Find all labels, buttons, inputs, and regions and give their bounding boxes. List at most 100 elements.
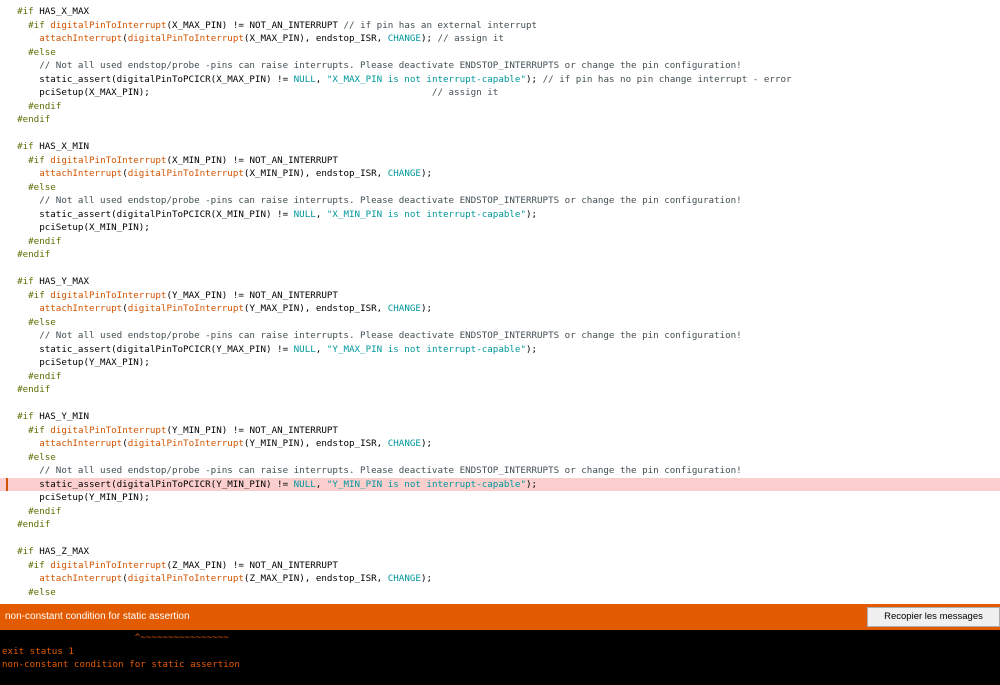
output-console[interactable]: ^~~~~~~~~~~~~~~~~ exit status 1 non-consta… [0,630,1000,685]
code-token: (Z_MAX_PIN) != NOT_AN_INTERRUPT [166,559,338,571]
code-token: (X_MAX_PIN), endstop_ISR, [243,33,388,44]
code-token: HAS_Y_MIN [33,411,90,422]
code-token: NULL [293,208,316,220]
code-line-text: #else [6,181,56,195]
code-line: attachInterrupt(digitalPinToInterrupt(Y_… [0,302,1000,316]
code-line-text: #if HAS_X_MAX [6,5,89,19]
code-token: // assign it [437,33,504,44]
code-token: attachInterrupt [39,33,123,44]
code-line-text: static_assert(digitalPinToPCICR(X_MIN_PI… [6,208,537,222]
code-token: CHANGE [387,573,421,584]
code-token: (Z_MAX_PIN), endstop_ISR, [243,573,388,584]
code-token: #endif [17,249,51,260]
code-line-text: #if digitalPinToInterrupt(Y_MAX_PIN) != … [6,289,338,303]
code-token: ); [420,573,433,584]
code-line: #endif [0,370,1000,384]
code-token: #else [28,316,56,328]
code-token: static_assert(digitalPinToPCICR(X_MAX_PI… [6,73,294,85]
code-token: #endif [28,100,62,112]
code-line-text: #endif [6,383,50,397]
code-line: #endif [0,518,1000,532]
code-line-text: #endif [6,100,61,114]
code-token: #if [28,19,45,31]
code-line-text: // Not all used endstop/probe -pins can … [6,329,741,343]
code-line: #if digitalPinToInterrupt(X_MAX_PIN) != … [0,19,1000,33]
code-token: digitalPinToInterrupt [127,168,244,179]
code-line: // Not all used endstop/probe -pins can … [0,329,1000,343]
code-line: attachInterrupt(digitalPinToInterrupt(Y_… [0,437,1000,451]
code-line: #if HAS_Y_MIN [0,410,1000,424]
code-token: // if pin has an external interrupt [343,19,538,31]
code-token: , [315,343,327,355]
code-token: // Not all used endstop/probe -pins can … [39,60,742,71]
code-line: pciSetup(Y_MAX_PIN); [0,356,1000,370]
code-line: #if digitalPinToInterrupt(Z_MAX_PIN) != … [0,559,1000,573]
code-token: #else [28,181,56,193]
code-line-text: #if HAS_Y_MIN [6,410,89,424]
code-line: #if HAS_Z_MAX [0,545,1000,559]
code-token: ); [420,303,433,314]
code-token: digitalPinToInterrupt [127,303,244,314]
code-token: CHANGE [387,168,421,179]
code-token: ); [420,168,433,179]
code-token: "X_MIN_PIN is not interrupt-capable" [326,208,526,220]
code-token: static_assert(digitalPinToPCICR(X_MIN_PI… [6,208,294,220]
code-token: static_assert(digitalPinToPCICR(Y_MIN_PI… [6,478,294,490]
code-line-text: // Not all used endstop/probe -pins can … [6,194,741,208]
code-line-text: #if digitalPinToInterrupt(Z_MAX_PIN) != … [6,559,338,573]
code-token: attachInterrupt [39,573,123,584]
code-editor[interactable]: #if HAS_X_MAX #if digitalPinToInterrupt(… [0,0,1000,604]
code-line: #else [0,451,1000,465]
code-token: ); [526,343,538,355]
code-line: pciSetup(Y_MIN_PIN); [0,491,1000,505]
code-token: (Y_MAX_PIN) != NOT_AN_INTERRUPT [166,289,338,301]
error-status-bar: non-constant condition for static assert… [0,604,1000,640]
code-token: #endif [17,519,51,530]
code-line: #else [0,46,1000,60]
status-message: non-constant condition for static assert… [5,611,190,622]
code-token: , [315,478,327,490]
code-token: ); [526,73,543,85]
code-token: #endif [28,235,62,247]
code-line-text: #else [6,46,56,60]
code-token: CHANGE [387,33,421,44]
code-line-text: #else [6,586,56,600]
code-token: ); [526,478,538,490]
code-line-text: #else [6,316,56,330]
code-line-text: attachInterrupt(digitalPinToInterrupt(Z_… [6,572,432,586]
code-line-text: pciSetup(X_MAX_PIN); // assign it [6,86,498,100]
code-token: (Y_MIN_PIN), endstop_ISR, [243,438,388,449]
code-token: (X_MIN_PIN), endstop_ISR, [243,168,388,179]
code-line: #else [0,586,1000,600]
code-token: pciSetup(X_MAX_PIN); [6,87,432,98]
code-line: #if HAS_X_MIN [0,140,1000,154]
code-token: HAS_X_MIN [33,141,90,152]
code-line-text: #else [6,451,56,465]
code-line: #if digitalPinToInterrupt(Y_MIN_PIN) != … [0,424,1000,438]
code-token: #endif [28,370,62,382]
code-line-text: #endif [6,370,61,384]
copy-error-messages-button[interactable]: Recopier les messages d'erreur [867,607,1000,640]
code-line-text: #if digitalPinToInterrupt(X_MAX_PIN) != … [6,19,537,33]
code-line-text: #endif [6,113,50,127]
code-token: HAS_X_MAX [33,6,90,17]
code-token: (X_MIN_PIN) != NOT_AN_INTERRUPT [166,154,338,166]
code-token: // assign it [431,87,499,98]
code-token: #endif [17,384,51,395]
